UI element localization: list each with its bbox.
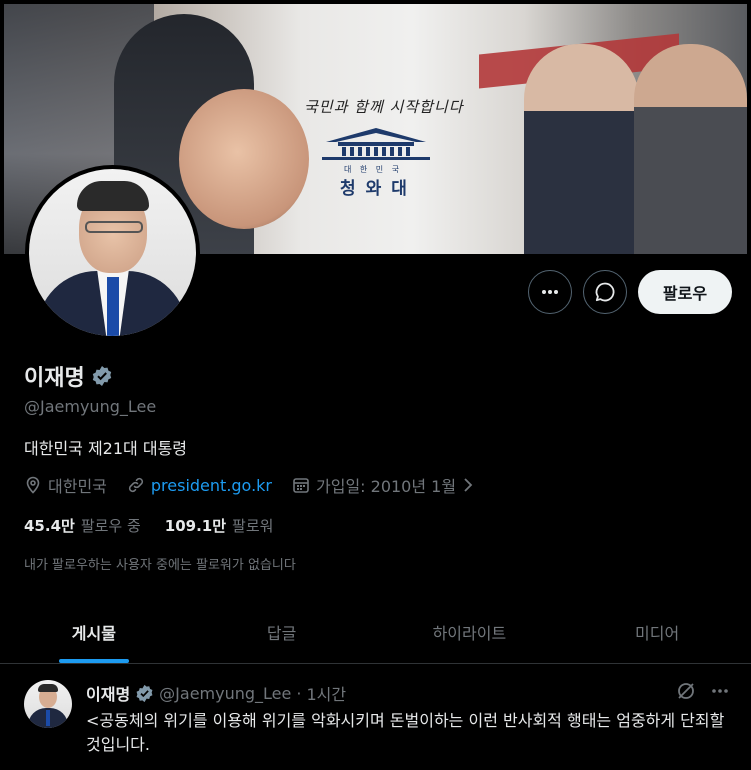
location-item: 대한민국 bbox=[24, 473, 107, 497]
tab-highlights[interactable]: 하이라이트 bbox=[376, 600, 564, 663]
profile-name: 이재명 bbox=[24, 366, 85, 391]
location-pin-icon bbox=[26, 476, 40, 494]
post-separator: · bbox=[296, 683, 302, 703]
follow-button[interactable]: 팔로우 bbox=[638, 270, 732, 314]
followers-count: 109.1만 bbox=[164, 517, 227, 535]
tab-media[interactable]: 미디어 bbox=[563, 600, 751, 663]
tab-replies[interactable]: 답글 bbox=[188, 600, 376, 663]
more-horizontal-icon bbox=[542, 290, 558, 294]
profile-name-row: 이재명 bbox=[24, 360, 113, 392]
link-icon bbox=[128, 477, 143, 493]
profile-stats: 45.4만 팔로우 중 109.1만 팔로워 bbox=[24, 515, 297, 536]
joined-item[interactable]: 가입일: 2010년 1월 bbox=[292, 473, 474, 497]
following-stat[interactable]: 45.4만 팔로우 중 bbox=[24, 515, 141, 536]
banner-person-far-right bbox=[634, 44, 747, 254]
post-author-handle[interactable]: @Jaemyung_Lee bbox=[159, 684, 291, 703]
post-avatar[interactable] bbox=[24, 680, 72, 728]
joined-text: 가입일: 2010년 1월 bbox=[316, 477, 457, 496]
post-text: <공동체의 위기를 이용해 위기를 악화시키며 돈벌이하는 이런 반사회적 행태… bbox=[86, 711, 725, 754]
tab-posts[interactable]: 게시물 bbox=[0, 600, 188, 663]
verified-badge-icon[interactable] bbox=[91, 365, 113, 387]
profile-meta: 대한민국 president.go.kr 가입일: 2010년 1월 bbox=[24, 473, 494, 497]
following-count: 45.4만 bbox=[24, 517, 75, 535]
grok-icon[interactable] bbox=[676, 681, 696, 701]
post-item[interactable]: 이재명 @Jaemyung_Lee · 1시간 <공동체의 위기를 이용해 위기… bbox=[0, 665, 751, 770]
followers-label: 팔로워 bbox=[232, 517, 274, 535]
post-time[interactable]: 1시간 bbox=[306, 681, 346, 705]
message-button[interactable] bbox=[583, 270, 627, 314]
followers-stat[interactable]: 109.1만 팔로워 bbox=[165, 515, 274, 536]
website-link[interactable]: president.go.kr bbox=[151, 476, 272, 495]
chevron-right-icon bbox=[464, 478, 473, 492]
post-actions bbox=[676, 681, 730, 701]
banner-slogan: 국민과 함께 시작합니다 bbox=[304, 98, 464, 116]
calendar-icon bbox=[293, 478, 309, 493]
message-icon bbox=[595, 282, 615, 302]
website-item[interactable]: president.go.kr bbox=[127, 476, 272, 495]
following-label: 팔로우 중 bbox=[80, 517, 141, 535]
mutual-followers-note: 내가 팔로우하는 사용자 중에는 팔로워가 없습니다 bbox=[24, 558, 296, 573]
banner-person-smiling bbox=[179, 89, 309, 229]
location-text: 대한민국 bbox=[48, 477, 107, 496]
profile-handle: @Jaemyung_Lee bbox=[24, 397, 157, 416]
blue-house-logo-icon bbox=[322, 128, 430, 160]
profile-tabs: 게시물 답글 하이라이트 미디어 bbox=[0, 600, 751, 664]
post-header: 이재명 @Jaemyung_Lee · 1시간 bbox=[86, 681, 346, 705]
profile-avatar[interactable] bbox=[25, 165, 200, 340]
profile-bio: 대한민국 제21대 대통령 bbox=[24, 439, 188, 458]
verified-badge-icon[interactable] bbox=[135, 684, 154, 703]
banner-office-name: 청와대 bbox=[340, 179, 417, 199]
more-horizontal-icon[interactable] bbox=[710, 681, 730, 701]
more-options-button[interactable] bbox=[528, 270, 572, 314]
banner-person-right bbox=[524, 44, 639, 254]
post-author-name[interactable]: 이재명 bbox=[86, 681, 130, 705]
